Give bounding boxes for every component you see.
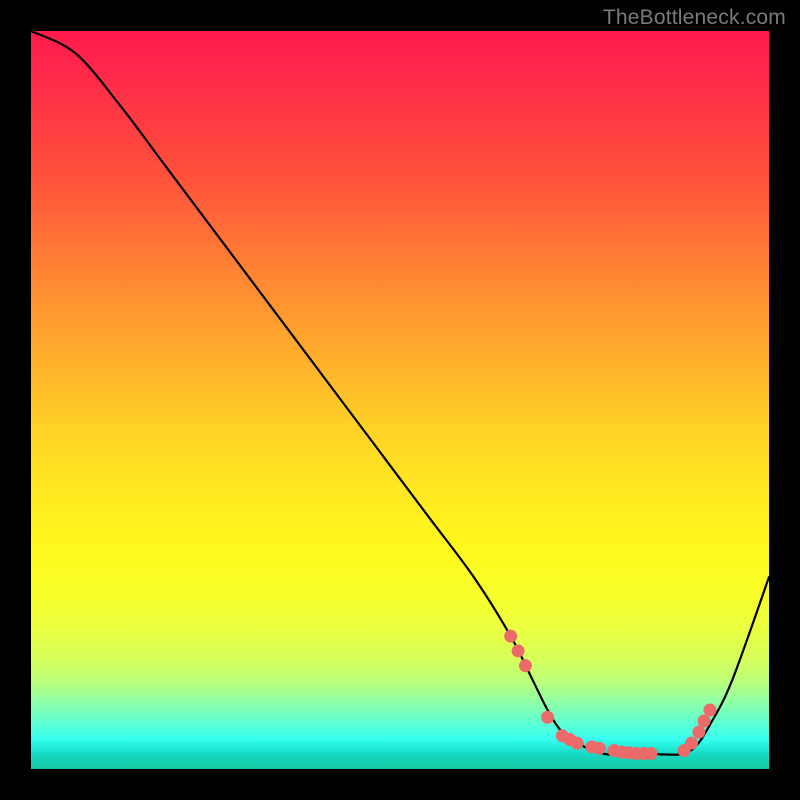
plot-area (31, 31, 769, 769)
data-dot (698, 715, 711, 728)
data-dot (703, 703, 716, 716)
data-dot (512, 644, 525, 657)
data-dot (519, 659, 532, 672)
watermark-text: TheBottleneck.com (603, 6, 786, 30)
data-dot (571, 737, 584, 750)
data-dots (504, 630, 716, 760)
curve-layer (31, 31, 769, 769)
data-dot (685, 737, 698, 750)
data-dot (692, 726, 705, 739)
data-dot (644, 747, 657, 760)
chart-frame: TheBottleneck.com (0, 0, 800, 800)
bottleneck-curve (31, 31, 769, 755)
data-dot (504, 630, 517, 643)
data-dot (541, 711, 554, 724)
data-dot (593, 742, 606, 755)
